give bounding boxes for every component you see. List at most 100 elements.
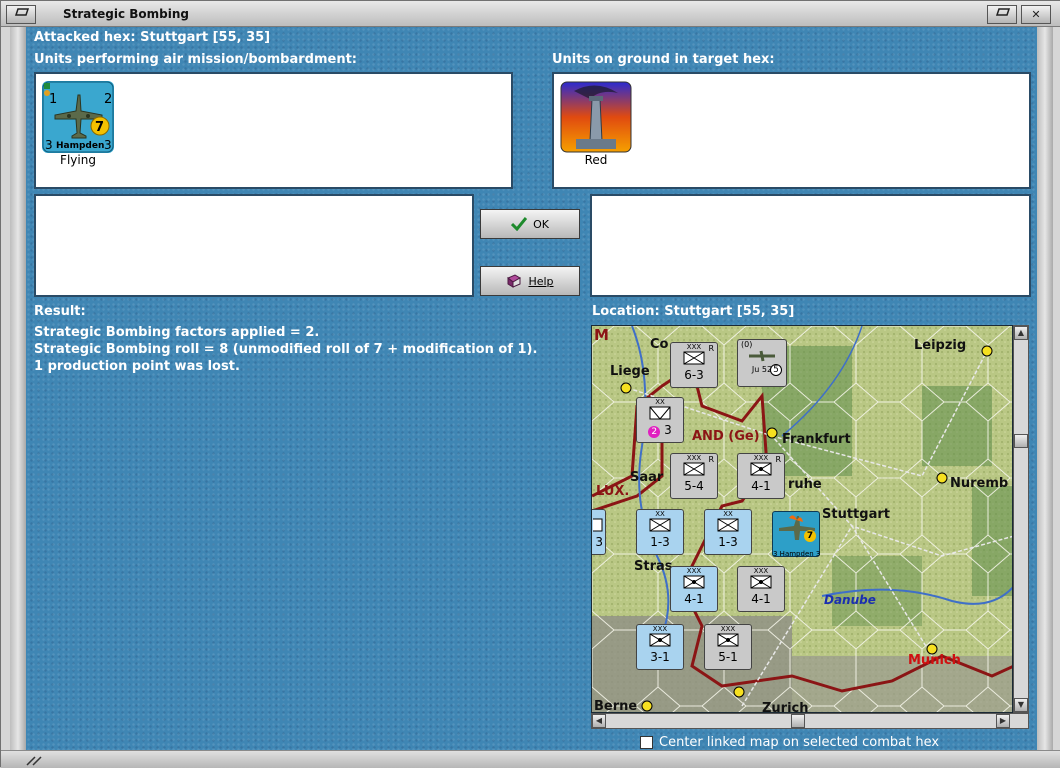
- unit-strength: 4-1: [751, 592, 771, 606]
- unit-size: XX: [655, 398, 665, 406]
- map-unit-counter[interactable]: XXX 3-1: [636, 624, 684, 670]
- result-line: Strategic Bombing roll = 8 (unmodified r…: [34, 342, 538, 357]
- unit-strength: 6-3: [684, 368, 704, 382]
- map-unit-counter[interactable]: XXX 5-1: [704, 624, 752, 670]
- map-unit-counter[interactable]: XXX 4-1 R: [737, 453, 785, 499]
- scroll-down-icon[interactable]: ▼: [1014, 698, 1028, 712]
- map-unit-counter[interactable]: 3: [592, 509, 606, 555]
- infantry-symbol-icon: [649, 633, 671, 647]
- infantry-symbol-icon: [750, 462, 772, 476]
- map-country-label: AND (Ge): [692, 429, 760, 444]
- air-unit-hampden[interactable]: 1 2 7 3 Hampden 3 Flying: [41, 81, 115, 167]
- infantry-symbol-icon: [717, 518, 739, 532]
- bomber-plane-icon: 1 2 7 3 Hampden 3: [42, 81, 114, 153]
- map-unit-counter[interactable]: XXX 6-3 R: [670, 342, 718, 388]
- map-country-label: LUX.: [596, 484, 630, 499]
- map-city-label: Frankfurt: [782, 432, 851, 447]
- map-unit-counter[interactable]: XXX 5-4 R: [670, 453, 718, 499]
- scroll-right-icon[interactable]: ▶: [996, 714, 1010, 728]
- result-label: Result:: [34, 304, 86, 319]
- center-map-label: Center linked map on selected combat hex: [659, 735, 940, 750]
- location-label: Location: Stuttgart [55, 35]: [592, 304, 795, 319]
- center-map-checkbox[interactable]: [640, 736, 653, 749]
- scroll-left-icon[interactable]: ◀: [592, 714, 606, 728]
- result-line: 1 production point was lost.: [34, 359, 240, 374]
- map-city-label: ruhe: [788, 477, 822, 492]
- unit-flag: R: [708, 455, 714, 464]
- scroll-thumb[interactable]: [1014, 434, 1028, 448]
- unit-strength: 3: [595, 535, 603, 549]
- scroll-thumb[interactable]: [791, 714, 805, 728]
- map-unit-counter[interactable]: XX 1-3: [704, 509, 752, 555]
- frame-right-edge: [1053, 27, 1060, 750]
- air-units-label: Units performing air mission/bombardment…: [34, 52, 358, 67]
- frame-left-edge: [1, 27, 10, 750]
- map-unit-counter[interactable]: XX 1-3: [636, 509, 684, 555]
- unit-size: (0): [741, 340, 753, 349]
- map-unit-counter[interactable]: XXX 4-1: [670, 566, 718, 612]
- map-city-label: Zurich: [762, 701, 809, 713]
- help-button[interactable]: Help: [480, 266, 580, 296]
- infantry-symbol-icon: [683, 351, 705, 365]
- unit-badge: 7: [804, 530, 816, 542]
- title-bar[interactable]: Strategic Bombing ✕: [1, 1, 1060, 27]
- map-city-label: Munich: [908, 653, 961, 668]
- ground-units-panel[interactable]: Red: [552, 72, 1031, 189]
- dialog-content: Attacked hex: Stuttgart [55, 35] Units p…: [26, 27, 1037, 750]
- unit-flag: R: [775, 455, 781, 464]
- map-city-label: Nuremb: [950, 476, 1009, 491]
- unit-strength: 1-3: [718, 535, 738, 549]
- map-city-label: Stras: [634, 559, 673, 574]
- ok-button[interactable]: OK: [480, 209, 580, 239]
- location-map[interactable]: Leipzig Liege Frankfurt Saar ruhe Nuremb…: [591, 325, 1013, 713]
- help-book-icon: [507, 274, 522, 288]
- factory-chimney-icon: [560, 81, 632, 153]
- infantry-symbol-icon: [750, 575, 772, 589]
- ground-unit-factory[interactable]: Red: [559, 81, 633, 167]
- unit-badge: 5: [770, 364, 782, 376]
- map-horizontal-scrollbar[interactable]: ◀ ▶: [591, 713, 1029, 729]
- center-map-option[interactable]: Center linked map on selected combat hex: [640, 735, 940, 750]
- help-button-label: Help: [528, 274, 554, 288]
- unit-strength: 3 Hampden 3: [773, 550, 821, 558]
- window-title: Strategic Bombing: [63, 7, 189, 21]
- ok-button-label: OK: [533, 217, 549, 231]
- unit-strength: 3-1: [650, 650, 670, 664]
- scroll-up-icon[interactable]: ▲: [1014, 326, 1028, 340]
- unit-strength: 1-3: [650, 535, 670, 549]
- map-unit-counter[interactable]: (0) Ju 52 5: [737, 339, 787, 387]
- result-line: Strategic Bombing factors applied = 2.: [34, 325, 320, 340]
- close-icon[interactable]: ✕: [1021, 5, 1051, 24]
- air-units-panel[interactable]: 1 2 7 3 Hampden 3 Flying: [34, 72, 513, 189]
- unit-strength: 4-1: [684, 592, 704, 606]
- resize-grip-icon[interactable]: [25, 753, 65, 767]
- air-unit-strength: 7: [95, 120, 104, 135]
- map-unit-counter[interactable]: XXX 4-1: [737, 566, 785, 612]
- unit-size: XXX: [652, 625, 668, 633]
- window-menu-icon[interactable]: [6, 5, 36, 24]
- infantry-symbol-icon: [683, 575, 705, 589]
- checkmark-icon: [511, 217, 528, 231]
- restore-icon[interactable]: [987, 5, 1017, 24]
- unit-size: XX: [723, 510, 733, 518]
- unit-strength: 5-1: [718, 650, 738, 664]
- transport-plane-icon: [749, 350, 775, 362]
- unit-size: XXX: [753, 567, 769, 575]
- air-unit-defense: 2: [104, 92, 112, 107]
- unit-flag: R: [708, 344, 714, 353]
- air-unit-name: Hampden: [56, 141, 104, 151]
- result-text: Strategic Bombing factors applied = 2. S…: [34, 324, 537, 375]
- map-city-label: Liege: [610, 364, 650, 379]
- unit-strength: 4-1: [751, 479, 771, 493]
- attacker-details-panel: [34, 194, 474, 297]
- map-vertical-scrollbar[interactable]: ▲ ▼: [1013, 325, 1029, 713]
- map-air-unit-hampden[interactable]: 7 3 Hampden 3: [772, 511, 821, 558]
- map-city-label: Leipzig: [914, 338, 967, 353]
- defender-details-panel: [590, 194, 1031, 297]
- attacked-hex-label: Attacked hex: Stuttgart [55, 35]: [34, 30, 271, 45]
- frame-left: [10, 27, 26, 750]
- map-river-label: Danube: [824, 593, 876, 607]
- unit-strength: 3: [664, 423, 672, 437]
- map-unit-counter[interactable]: XX 2 3: [636, 397, 684, 443]
- frame-bottom[interactable]: [1, 750, 1060, 768]
